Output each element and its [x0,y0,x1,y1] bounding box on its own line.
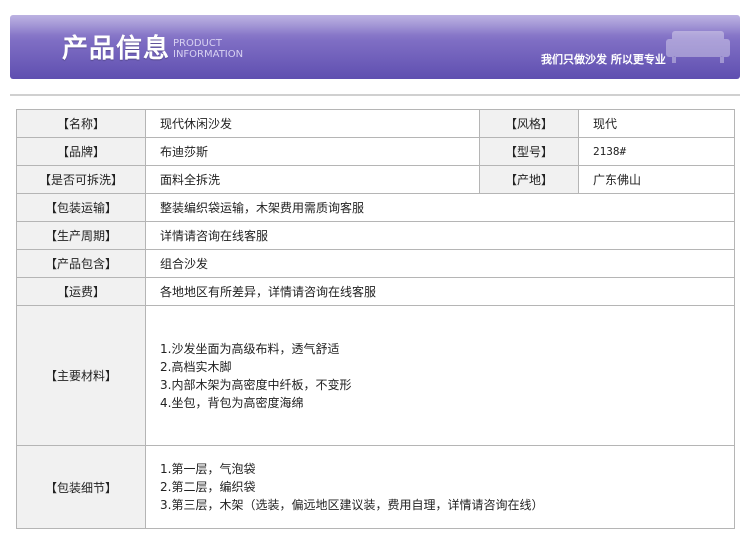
table-row: 【产品包含】 组合沙发 [16,249,735,278]
origin-value: 广东佛山 [578,165,735,194]
slogan-text: 我们只做沙发 所以更专业 [541,53,666,66]
list-item: 3.第三层，木架（选装，偏远地区建议装，费用自理，详情请咨询在线） [160,498,544,512]
name-label: 【名称】 [16,109,146,138]
packing-transport-value: 整装编织袋运输，木架费用需质询客服 [145,193,735,222]
brand-value: 布迪莎斯 [145,137,480,166]
includes-label: 【产品包含】 [16,249,146,278]
title-en-line1: PRODUCT [173,38,222,49]
style-label: 【风格】 [479,109,579,138]
packing-transport-label: 【包装运输】 [16,193,146,222]
header-divider [10,94,740,96]
sofa-icon [666,31,730,63]
product-info-table: 【名称】 现代休闲沙发 【风格】 现代 【品牌】 布迪莎斯 【型号】 2138#… [16,109,735,529]
packing-details-list: 1.第一层，气泡袋 2.第二层，编织袋 3.第三层，木架（选装，偏远地区建议装，… [145,445,735,529]
header-banner: 产品信息 PRODUCT INFORMATION 我们只做沙发 所以更专业 [10,15,740,79]
table-row: 【名称】 现代休闲沙发 【风格】 现代 [16,109,735,138]
origin-label: 【产地】 [479,165,579,194]
list-item: 2.高档实木脚 [160,359,232,374]
model-value: 2138# [578,137,735,166]
name-value: 现代休闲沙发 [145,109,480,138]
table-row: 【主要材料】 1.沙发坐面为高级布料，透气舒适 2.高档实木脚 3.内部木架为高… [16,305,735,446]
page-title: 产品信息 [62,34,171,64]
materials-label: 【主要材料】 [16,305,146,446]
table-row: 【品牌】 布迪莎斯 【型号】 2138# [16,137,735,166]
packing-details-label: 【包装细节】 [16,445,146,529]
list-item: 2.第二层，编织袋 [160,480,256,494]
table-row: 【包装运输】 整装编织袋运输，木架费用需质询客服 [16,193,735,222]
materials-list: 1.沙发坐面为高级布料，透气舒适 2.高档实木脚 3.内部木架为高密度中纤板，不… [145,305,735,446]
list-item: 3.内部木架为高密度中纤板，不变形 [160,377,352,392]
list-item: 1.第一层，气泡袋 [160,462,256,476]
production-cycle-label: 【生产周期】 [16,221,146,250]
shipping-label: 【运费】 [16,277,146,306]
includes-value: 组合沙发 [145,249,735,278]
table-row: 【包装细节】 1.第一层，气泡袋 2.第二层，编织袋 3.第三层，木架（选装，偏… [16,445,735,529]
list-item: 4.坐包，背包为高密度海绵 [160,395,304,410]
title-en-line2: INFORMATION [173,49,244,60]
production-cycle-value: 详情请咨询在线客服 [145,221,735,250]
brand-label: 【品牌】 [16,137,146,166]
washable-label: 【是否可拆洗】 [16,165,146,194]
washable-value: 面料全拆洗 [145,165,480,194]
table-row: 【生产周期】 详情请咨询在线客服 [16,221,735,250]
page-title-en: PRODUCT INFORMATION [173,38,243,60]
shipping-value: 各地地区有所差异，详情请咨询在线客服 [145,277,735,306]
style-value: 现代 [578,109,735,138]
table-row: 【运费】 各地地区有所差异，详情请咨询在线客服 [16,277,735,306]
model-label: 【型号】 [479,137,579,166]
list-item: 1.沙发坐面为高级布料，透气舒适 [160,341,340,356]
table-row: 【是否可拆洗】 面料全拆洗 【产地】 广东佛山 [16,165,735,194]
